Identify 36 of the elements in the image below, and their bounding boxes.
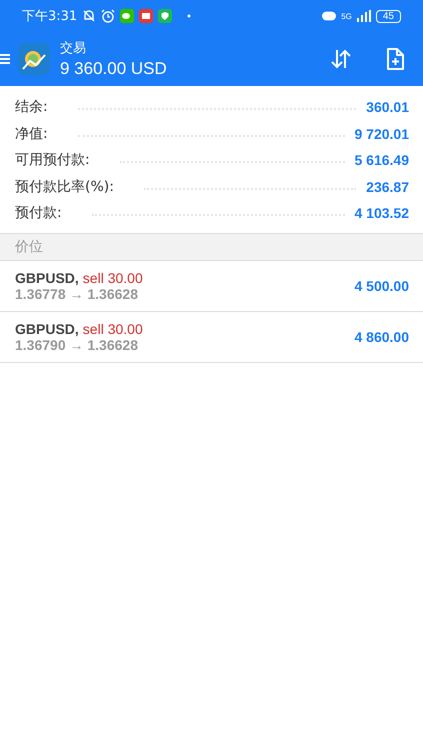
menu-icon[interactable] [0, 52, 10, 66]
summary-value: 5 616.49 [354, 152, 409, 168]
summary-label: 预付款: [15, 204, 62, 222]
position-profit: 4 860.00 [354, 328, 409, 344]
bell-off-icon [82, 9, 96, 23]
screen-title: 交易 [60, 40, 87, 57]
summary-value: 236.87 [366, 178, 409, 195]
account-balance: 9 360.00 USD [60, 59, 168, 79]
shield-app-icon [158, 9, 172, 23]
battery-level: 45 [376, 10, 401, 22]
signal-icon [356, 10, 371, 22]
summary-value: 4 103.52 [354, 205, 409, 222]
position-symbol: GBPUSD, [15, 320, 79, 336]
app-logo-icon [18, 43, 50, 75]
summary-label: 结余: [15, 98, 48, 116]
position-prices: 1.36778 → 1.36628 [15, 286, 139, 302]
section-title: 价位 [15, 238, 43, 256]
position-action: sell 30.00 [82, 320, 143, 336]
position-row[interactable]: GBPUSD, sell 30.00 1.36790 → 1.36628 4 860.00 [0, 312, 423, 362]
summary-label: 可用预付款: [15, 151, 90, 170]
chat-app-icon [120, 9, 134, 23]
sort-icon[interactable] [329, 47, 353, 71]
summary-label: 净值: [15, 124, 48, 143]
news-app-icon [139, 9, 154, 23]
summary-label: 预付款比率(%): [15, 178, 114, 196]
summary-value: 9 720.01 [354, 126, 409, 142]
network-label: 5G [341, 12, 352, 20]
alarm-icon [101, 9, 116, 23]
position-symbol: GBPUSD, [15, 270, 79, 286]
summary-value: 360.01 [366, 99, 409, 116]
position-prices: 1.36790 → 1.36628 [15, 336, 139, 352]
position-row[interactable]: GBPUSD, sell 30.00 1.36778 → 1.36628 4 500.00 [0, 260, 423, 312]
notification-dot-icon [187, 14, 192, 18]
position-profit: 4 500.00 [354, 278, 409, 294]
status-time: 下午3:31 [22, 8, 78, 25]
position-action: sell 30.00 [82, 270, 143, 286]
